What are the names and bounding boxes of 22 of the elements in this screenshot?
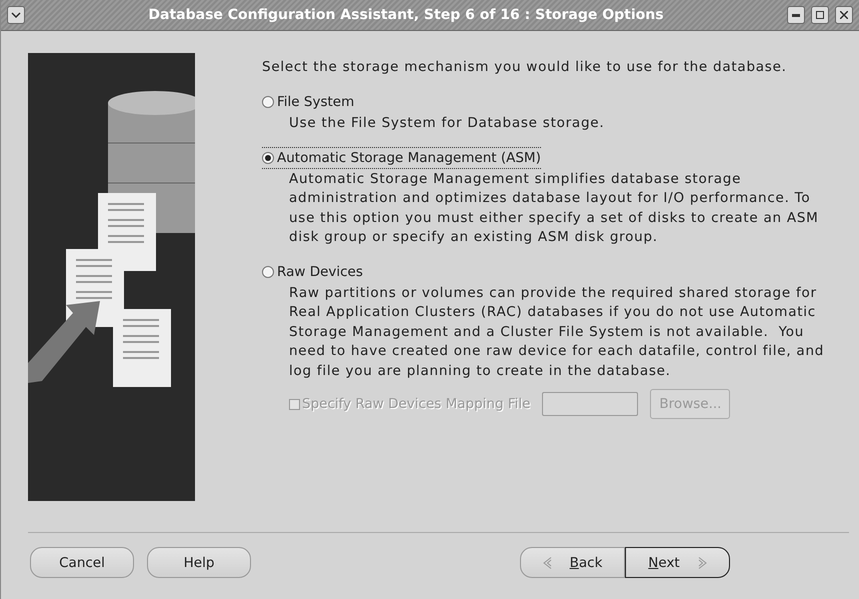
help-button[interactable]: Help (147, 547, 251, 578)
storage-radio-button[interactable]: File System (262, 91, 354, 113)
next-button[interactable]: Next (625, 547, 730, 578)
storage-radio-button[interactable]: Automatic Storage Management (ASM) (262, 146, 541, 168)
minimize-icon (792, 14, 800, 16)
option-description: Raw partitions or volumes can provide the required shared storage for Real Application Clusters (RAC) databases if you do not use Automatic Storage Management and a Cluster File System is not available. You need to have created one raw device for each datafile, control file, and log file you are planning to create in the database. (289, 284, 826, 380)
cancel-button[interactable]: Cancel (30, 547, 134, 578)
storage-radio-button[interactable]: Raw Devices (262, 260, 363, 282)
minimize-button[interactable] (787, 6, 805, 24)
chevron-down-icon (11, 12, 21, 18)
window-title: Database Configuration Assistant, Step 6 of 16 : Storage Options (147, 7, 665, 23)
option-description: Automatic Storage Management simplifies database storage administration and optimizes database layout for I/O performance. To use this option you must either specify a set of disks to create an ASM disk group or specify an existing ASM disk group. (289, 170, 820, 247)
option-description: Use the File System for Database storage. (289, 114, 606, 133)
maximize-button[interactable] (811, 6, 829, 24)
close-icon (840, 11, 848, 19)
double-chevron-right-icon (698, 556, 707, 568)
double-chevron-left-icon (542, 556, 552, 568)
prompt-text: Select the storage mechanism you would like to use for the database. (262, 58, 788, 77)
window-menu-button[interactable] (7, 6, 25, 24)
back-button[interactable]: Back (520, 547, 625, 578)
maximize-icon (816, 11, 824, 19)
close-button[interactable] (835, 6, 853, 24)
